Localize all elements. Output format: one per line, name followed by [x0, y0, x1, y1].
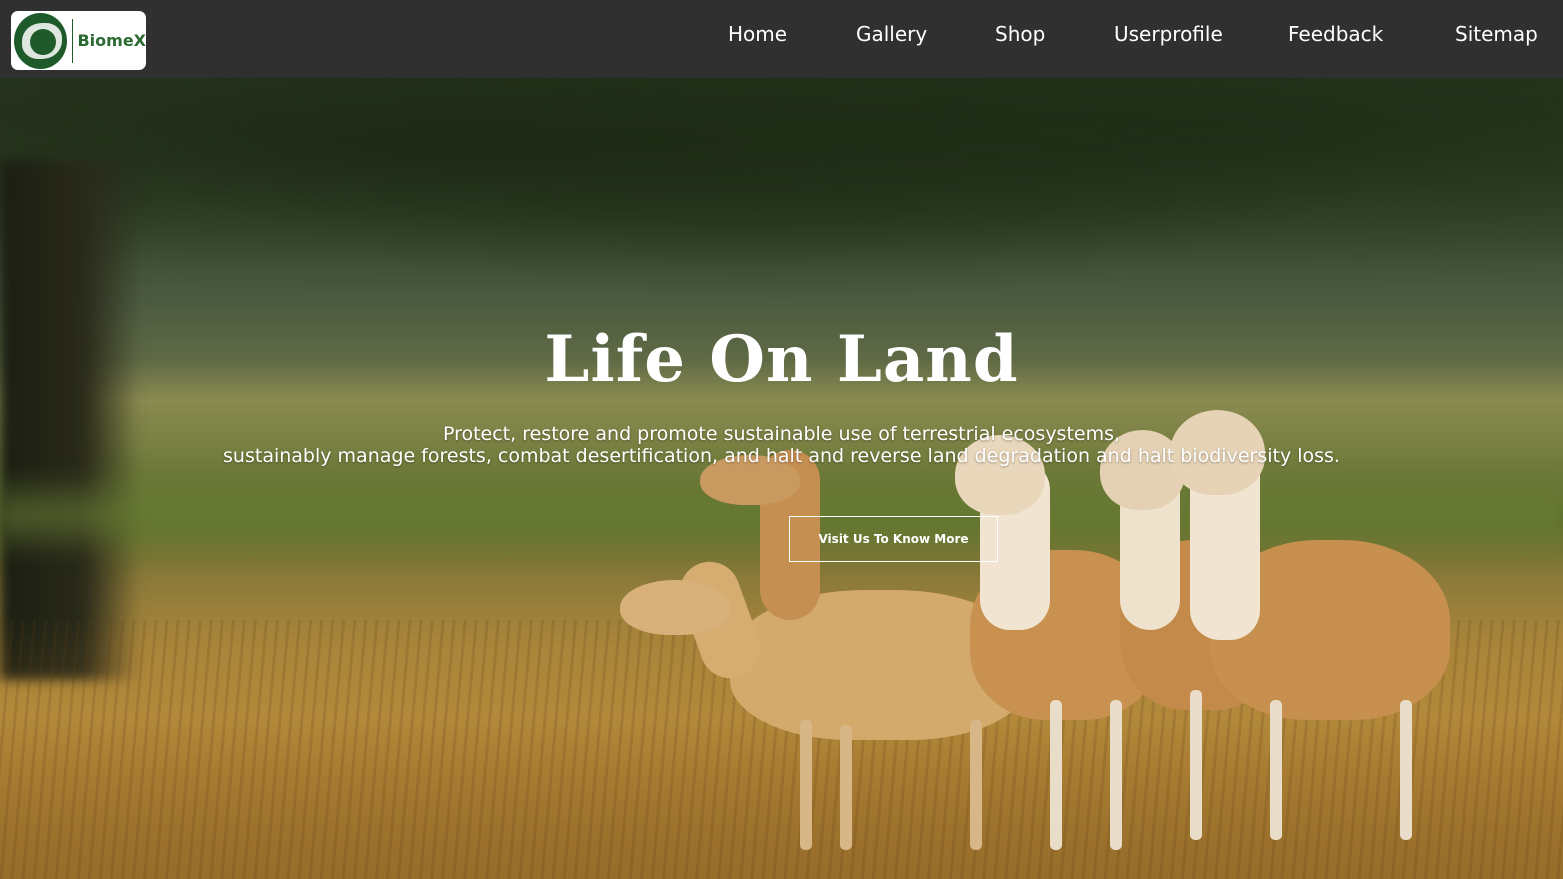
visit-us-button[interactable]: Visit Us To Know More [789, 516, 998, 562]
hero-subtitle-line2: sustainably manage forests, combat deser… [223, 445, 1340, 467]
nav-shop[interactable]: Shop [995, 22, 1045, 46]
tree-trunk [0, 160, 140, 680]
hero-title: Life On Land [544, 322, 1019, 397]
nav-home[interactable]: Home [728, 22, 787, 46]
nav-gallery[interactable]: Gallery [856, 22, 927, 46]
top-navbar: BiomeX Home Gallery Shop Userprofile Fee… [0, 0, 1563, 78]
hero-subtitle-line1: Protect, restore and promote sustainable… [442, 423, 1121, 445]
nav-feedback[interactable]: Feedback [1288, 22, 1383, 46]
tree-canopy [0, 40, 1563, 300]
nav-userprofile[interactable]: Userprofile [1114, 22, 1223, 46]
nav-sitemap[interactable]: Sitemap [1455, 22, 1538, 46]
nav-links: Home Gallery Shop Userprofile Feedback S… [0, 0, 1563, 78]
